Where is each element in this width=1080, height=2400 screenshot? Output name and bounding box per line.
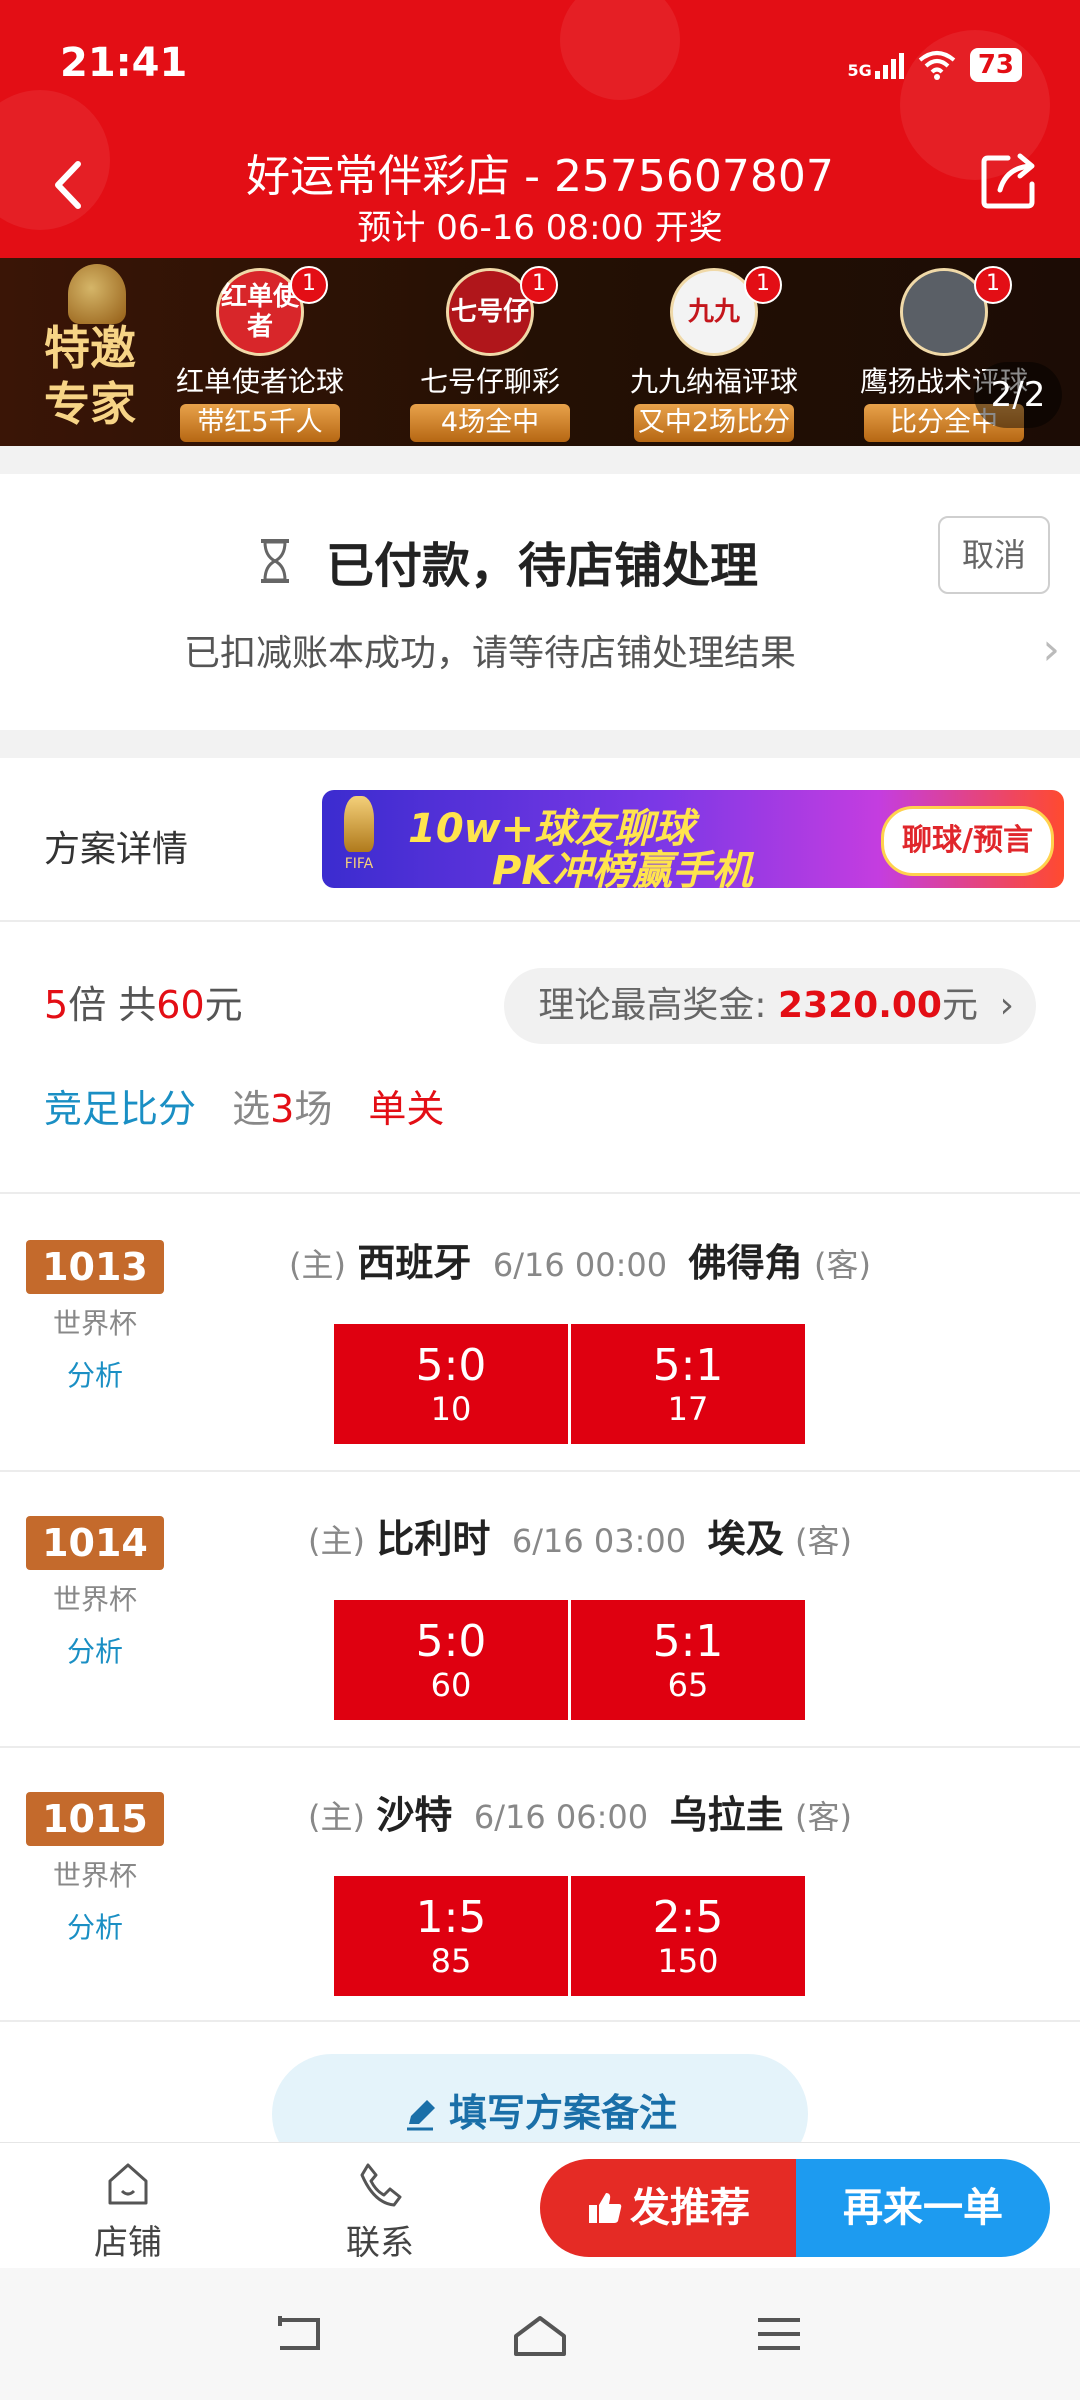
pick-cell: 5:0 10 [334,1324,568,1444]
expert-card[interactable]: 九九 1 九九纳福评球 又中2场比分 [614,266,814,443]
decor-ball [560,0,680,100]
draw-time: 预计 06-16 08:00 开奖 [357,208,723,248]
battery-icon: 73 [969,48,1022,82]
order-status-title: 已付款，待店铺处理 [326,538,759,594]
play-type: 竞足比分 [44,1087,197,1131]
header: 21:41 5G 73 好运常伴彩店 - 2575607807 预计 06-16… [0,0,1080,258]
match-teams: (主) 比利时 6/16 03:00 埃及 (客) [307,1517,853,1561]
play-info: 竞足比分 选3场 单关 [44,1078,444,1133]
promo-chat-button[interactable]: 聊球/预言 [881,806,1054,876]
trophy-icon [68,264,126,324]
expert-name: 红单使者论球 [175,365,344,398]
analysis-link[interactable]: 分析 [26,1906,164,1946]
pencil-icon [406,2100,435,2131]
shop-icon [108,2163,148,2205]
pick-cell: 2:5 150 [571,1876,805,1996]
select-count: 选3场 [232,1087,333,1131]
recommend-button[interactable]: 发推荐 [540,2159,796,2257]
picks: 1:5 85 2:5 150 [334,1876,805,1996]
system-home-icon[interactable] [510,2314,570,2358]
experts-banner[interactable]: 特邀专家 红单使者 1 红单使者论球 带红5千人 七号仔 1 七号仔聊彩 4场全… [0,258,1080,446]
notification-badge: 1 [290,266,328,304]
match-teams: (主) 沙特 6/16 06:00 乌拉圭 (客) [307,1793,853,1837]
picks: 5:0 60 5:1 65 [334,1600,805,1720]
expert-card[interactable]: 七号仔 1 七号仔聊彩 4场全中 [390,266,590,443]
picks: 5:0 10 5:1 17 [334,1324,805,1444]
system-navigation-bar [0,2268,1080,2400]
bottom-action-bar: 店铺 联系 发推荐 再来一单 [0,2142,1080,2269]
notification-badge: 1 [744,266,782,304]
chevron-right-icon: › [999,985,1014,1026]
contact-label: 联系 [346,2223,414,2263]
plan-section-label: 方案详情 [44,829,189,870]
divider [0,2020,1080,2022]
promo-line2: PK冲榜赢手机 [492,848,753,888]
page-title: 好运常伴彩店 - 2575607807 [246,151,834,202]
match-row: 1014 世界杯 分析 (主) 比利时 6/16 03:00 埃及 (客) 5:… [0,1470,1080,1746]
plan-details-card: 方案详情 FIFA 10w+球友聊球 PK冲榜赢手机 聊球/预言 5倍 共60元… [0,758,1080,2142]
carousel-pager: 2/2 [974,362,1062,428]
expert-name: 七号仔聊彩 [419,365,560,398]
notification-badge: 1 [520,266,558,304]
bet-multiple: 5倍 共60元 [44,983,243,1027]
status-time: 21:41 [60,40,188,86]
order-again-button[interactable]: 再来一单 [796,2159,1050,2257]
status-icons: 5G 73 [848,48,1022,82]
system-menu-icon[interactable] [754,2314,804,2354]
experts-badge: 特邀专家 [44,321,136,431]
chevron-right-icon[interactable]: › [1042,624,1060,675]
expert-tag: 带红5千人 [180,404,340,442]
signal-icon: 5G [848,51,904,79]
expert-name: 九九纳福评球 [629,365,798,398]
analysis-link[interactable]: 分析 [26,1354,164,1394]
system-back-icon[interactable] [272,2314,326,2354]
cancel-button[interactable]: 取消 [938,516,1050,594]
thumbs-up-icon [589,2193,622,2223]
divider [0,920,1080,922]
hourglass-icon [261,539,289,583]
pick-cell: 5:0 60 [334,1600,568,1720]
expert-tag: 又中2场比分 [634,404,794,442]
match-row: 1015 世界杯 分析 (主) 沙特 6/16 06:00 乌拉圭 (客) 1:… [0,1746,1080,2022]
shop-label: 店铺 [94,2223,162,2263]
remark-label: 填写方案备注 [448,2091,677,2135]
max-prize-pill[interactable]: 理论最高奖金: 2320.00元 › [504,968,1036,1044]
wifi-icon [918,51,956,80]
notification-badge: 1 [974,266,1012,304]
promo-banner[interactable]: FIFA 10w+球友聊球 PK冲榜赢手机 聊球/预言 [322,790,1064,888]
fifa-logo: FIFA [334,796,384,882]
max-prize-amount: 2320.00 [778,985,942,1026]
contact-button[interactable]: 联系 [300,2161,460,2264]
share-icon[interactable] [978,150,1040,212]
pick-cell: 1:5 85 [334,1876,568,1996]
expert-card[interactable]: 红单使者 1 红单使者论球 带红5千人 [160,266,360,443]
match-number: 1014 [26,1516,164,1570]
phone-icon [360,2163,402,2207]
match-number: 1015 [26,1792,164,1846]
match-league: 世界杯 [52,1307,137,1340]
order-status-description: 已扣减账本成功，请等待店铺处理结果 [184,633,797,674]
match-league: 世界杯 [52,1583,137,1616]
shop-button[interactable]: 店铺 [48,2161,208,2264]
expert-tag: 4场全中 [410,404,570,442]
pick-cell: 5:1 65 [571,1600,805,1720]
match-league: 世界杯 [52,1859,137,1892]
order-status-card[interactable]: 已付款，待店铺处理 已扣减账本成功，请等待店铺处理结果 取消 › [0,474,1080,730]
match-number: 1013 [26,1240,164,1294]
pick-cell: 5:1 17 [571,1324,805,1444]
pass-type: 单关 [368,1087,445,1131]
match-teams: (主) 西班牙 6/16 00:00 佛得角 (客) [288,1241,872,1285]
match-row: 1013 世界杯 分析 (主) 西班牙 6/16 00:00 佛得角 (客) 5… [0,1194,1080,1470]
analysis-link[interactable]: 分析 [26,1630,164,1670]
